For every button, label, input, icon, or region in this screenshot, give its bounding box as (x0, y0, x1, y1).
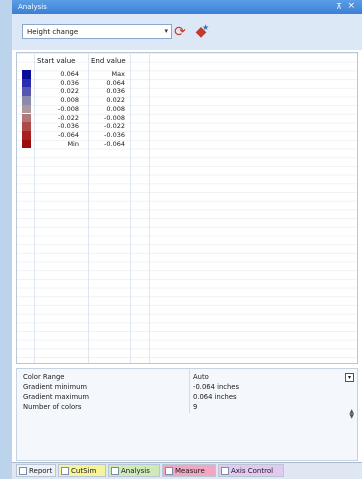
color-swatch (22, 113, 31, 123)
chevron-down-icon[interactable]: ▾ (164, 27, 168, 35)
color-swatch (22, 96, 31, 105)
table-row[interactable]: -0.008 0.008 (17, 104, 147, 114)
pin-icon[interactable]: ⊼ (336, 2, 342, 11)
start-value-cell: -0.022 (58, 113, 79, 122)
tab-label: Axis Control (231, 467, 274, 475)
property-row-color-range[interactable]: Color Range Auto (17, 372, 357, 382)
property-row-gradient-minimum[interactable]: Gradient minimum -0.064 inches (17, 382, 357, 392)
tab-analysis[interactable]: Analysis (108, 464, 160, 477)
color-swatch (22, 139, 31, 149)
property-name: Number of colors (23, 403, 82, 411)
start-value-header: Start value (37, 57, 76, 65)
bottom-tab-strip: Report CutSim Analysis Measure Axis Cont… (12, 462, 362, 479)
table-row[interactable]: -0.036 -0.022 (17, 122, 147, 131)
start-value-cell: -0.008 (58, 104, 79, 113)
property-value[interactable]: 9 (193, 403, 197, 411)
table-row[interactable]: -0.022 -0.008 (17, 113, 147, 123)
property-name: Gradient maximum (23, 393, 89, 401)
tab-measure[interactable]: Measure (162, 464, 216, 477)
table-row[interactable]: 0.008 0.022 (17, 96, 147, 105)
axis-control-icon (221, 467, 229, 475)
table-row[interactable]: Min -0.064 (17, 139, 147, 149)
end-value-cell: 0.036 (106, 87, 125, 96)
color-swatch (22, 70, 31, 79)
panel-titlebar: Analysis ⊼ × (12, 0, 362, 14)
start-value-cell: 0.022 (60, 87, 79, 96)
start-value-cell: 0.008 (60, 96, 79, 105)
property-row-gradient-maximum[interactable]: Gradient maximum 0.064 inches (17, 392, 357, 402)
end-value-cell: -0.036 (104, 130, 125, 139)
start-value-cell: -0.036 (58, 122, 79, 131)
start-value-cell: 0.064 (60, 70, 79, 78)
end-value-cell: 0.022 (106, 96, 125, 105)
start-value-cell: Min (67, 139, 79, 148)
tab-label: CutSim (71, 467, 97, 475)
properties-grid: Color Range Auto Gradient minimum -0.064… (16, 368, 358, 461)
analysis-panel: Analysis ⊼ × Height change ▾ ⟳ ◆ ★ Start … (12, 0, 362, 479)
property-name: Gradient minimum (23, 383, 87, 391)
property-value[interactable]: Auto (193, 373, 209, 381)
property-row-number-of-colors[interactable]: Number of colors 9 (17, 402, 357, 412)
measure-icon (165, 467, 173, 475)
tab-label: Analysis (121, 467, 150, 475)
start-value-cell: 0.036 (60, 78, 79, 87)
analysis-toolbar: Height change ▾ ⟳ ◆ ★ (12, 14, 362, 50)
dropdown-button[interactable]: ▾ (345, 373, 354, 382)
property-value[interactable]: 0.064 inches (193, 393, 237, 401)
tab-axis-control[interactable]: Axis Control (218, 464, 284, 477)
end-value-cell: Max (111, 70, 125, 78)
table-row[interactable]: 0.064 Max (17, 70, 147, 79)
analysis-icon (111, 467, 119, 475)
refresh-icon[interactable]: ⟳ (172, 24, 188, 40)
color-settings-icon[interactable]: ◆ ★ (193, 23, 210, 40)
table-row[interactable]: 0.036 0.064 (17, 78, 147, 88)
end-value-cell: 0.008 (106, 104, 125, 113)
panel-title: Analysis (18, 3, 47, 11)
end-value-cell: 0.064 (106, 78, 125, 87)
analysis-mode-value: Height change (27, 28, 79, 36)
table-row[interactable]: 0.022 0.036 (17, 87, 147, 97)
tab-label: Measure (175, 467, 205, 475)
color-swatch (22, 104, 31, 114)
color-swatch (22, 122, 31, 131)
end-value-cell: -0.064 (104, 139, 125, 148)
tab-cutsim[interactable]: CutSim (58, 464, 106, 477)
end-value-cell: -0.022 (104, 122, 125, 131)
table-row[interactable]: -0.064 -0.036 (17, 130, 147, 140)
tab-report[interactable]: Report (16, 464, 56, 477)
end-value-cell: -0.008 (104, 113, 125, 122)
start-value-cell: -0.064 (58, 130, 79, 139)
color-swatch (22, 78, 31, 88)
analysis-mode-select[interactable]: Height change ▾ (22, 24, 172, 39)
report-icon (19, 467, 27, 475)
spinner-icon[interactable]: ▲ ▼ (349, 409, 354, 420)
end-value-header: End value (91, 57, 126, 65)
color-swatch (22, 87, 31, 97)
color-range-table: Start value End value 0.064 Max 0.036 0.… (16, 52, 358, 364)
cutsim-icon (61, 467, 69, 475)
close-icon[interactable]: × (347, 1, 355, 11)
color-swatch (22, 130, 31, 140)
property-value[interactable]: -0.064 inches (193, 383, 239, 391)
column-divider (149, 53, 150, 363)
tab-label: Report (29, 467, 53, 475)
property-name: Color Range (23, 373, 65, 381)
